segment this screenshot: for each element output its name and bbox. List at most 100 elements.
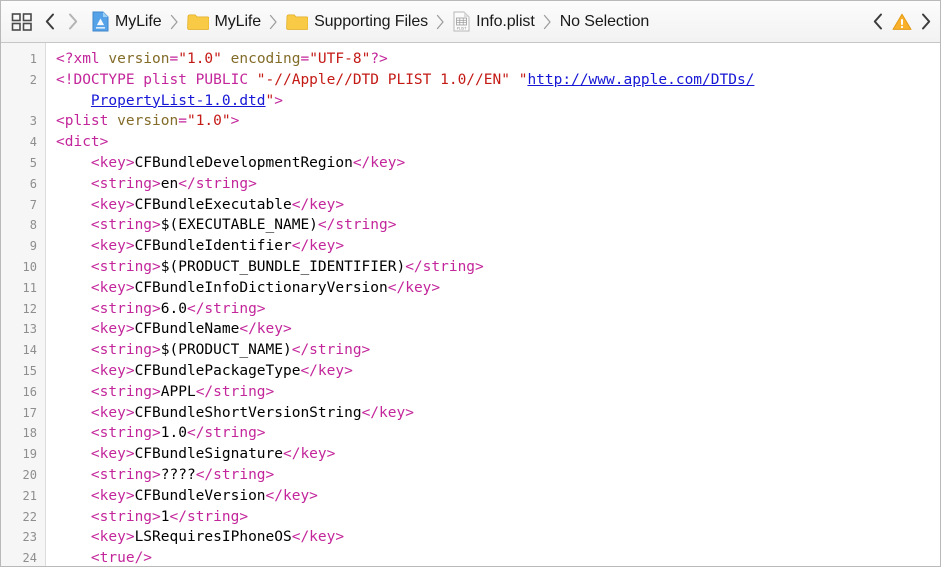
breadcrumb-item-folder-supporting-files[interactable]: Supporting Files: [286, 13, 428, 31]
code-token: <string>: [91, 467, 161, 483]
code-line: <true/>: [56, 548, 940, 566]
code-token: 1: [161, 509, 170, 525]
code-token: en: [161, 176, 178, 192]
code-token: </key>: [292, 238, 344, 254]
code-token: <string>: [91, 259, 161, 275]
code-token: 1.0: [161, 425, 187, 441]
breadcrumb-separator-icon: [543, 14, 552, 30]
breadcrumb-label: MyLife: [115, 13, 162, 31]
code-token: <key>: [91, 280, 135, 296]
code-token: <key>: [91, 529, 135, 545]
code-token: CFBundleShortVersionString: [135, 405, 362, 421]
code-line: <key>CFBundleName</key>: [56, 319, 940, 340]
line-number: 22: [1, 507, 45, 528]
code-token: </key>: [292, 197, 344, 213]
line-number: 9: [1, 236, 45, 257]
dtd-url-link[interactable]: http://www.apple.com/DTDs/: [527, 72, 754, 88]
code-token: </key>: [292, 529, 344, 545]
code-token: APPL: [161, 384, 196, 400]
code-token: <string>: [91, 176, 161, 192]
code-line: <string>1.0</string>: [56, 423, 940, 444]
line-number: 15: [1, 361, 45, 382]
dtd-url-link[interactable]: PropertyList-1.0.dtd: [91, 93, 266, 109]
code-token: </key>: [300, 363, 352, 379]
code-line: <key>CFBundleShortVersionString</key>: [56, 403, 940, 424]
code-line: <key>CFBundleSignature</key>: [56, 444, 940, 465]
back-chevron-icon[interactable]: [45, 13, 55, 30]
code-token: </string>: [405, 259, 484, 275]
code-token: <key>: [91, 155, 135, 171]
code-token: </string>: [187, 425, 266, 441]
code-token: CFBundleDevelopmentRegion: [135, 155, 353, 171]
code-token: "1.0": [187, 113, 231, 129]
code-token: LSRequiresIPhoneOS: [135, 529, 292, 545]
code-token: CFBundleVersion: [135, 488, 266, 504]
line-number: 2: [1, 70, 45, 91]
code-token: CFBundleSignature: [135, 446, 283, 462]
code-token: $(EXECUTABLE_NAME): [161, 217, 318, 233]
code-token: </key>: [362, 405, 414, 421]
next-issue-chevron-icon[interactable]: [921, 13, 931, 30]
editor-window: MyLife MyLife Supporting Files: [0, 0, 941, 567]
code-line: <string>$(PRODUCT_BUNDLE_IDENTIFIER)</st…: [56, 257, 940, 278]
code-token: CFBundlePackageType: [135, 363, 301, 379]
breadcrumb-item-folder-mylife[interactable]: MyLife: [187, 13, 262, 31]
code-line: <string>????</string>: [56, 465, 940, 486]
code-token: <string>: [91, 509, 161, 525]
code-token: >: [274, 93, 283, 109]
line-number: 24: [1, 548, 45, 566]
code-token: version: [117, 113, 178, 129]
line-number: 3: [1, 111, 45, 132]
grid-layout-icon[interactable]: [11, 12, 33, 32]
breadcrumb-item-file-infoplist[interactable]: PLIST Info.plist: [453, 11, 535, 32]
code-token: <string>: [91, 301, 161, 317]
folder-icon: [286, 13, 308, 31]
line-number: 13: [1, 319, 45, 340]
line-number: 4: [1, 132, 45, 153]
line-number-gutter: 12 3456789101112131415161718192021222324: [1, 43, 46, 566]
code-token: "UTF-8": [309, 51, 370, 67]
source-editor[interactable]: 12 3456789101112131415161718192021222324…: [1, 43, 940, 566]
code-area[interactable]: <?xml version="1.0" encoding="UTF-8"?><!…: [46, 43, 940, 566]
code-token: =: [300, 51, 309, 67]
code-line: <key>CFBundleVersion</key>: [56, 486, 940, 507]
code-token: <plist: [56, 113, 108, 129]
code-token: <key>: [91, 446, 135, 462]
line-number: 12: [1, 299, 45, 320]
forward-chevron-icon[interactable]: [68, 13, 78, 30]
code-token: <key>: [91, 321, 135, 337]
code-line: <?xml version="1.0" encoding="UTF-8"?>: [56, 49, 940, 70]
breadcrumb-item-project[interactable]: MyLife: [92, 11, 162, 32]
code-token: <string>: [91, 342, 161, 358]
code-token: </string>: [170, 509, 249, 525]
line-number: 5: [1, 153, 45, 174]
code-line: <!DOCTYPE plist PUBLIC "-//Apple//DTD PL…: [56, 70, 940, 91]
code-token: </key>: [283, 446, 335, 462]
code-line: <string>$(EXECUTABLE_NAME)</string>: [56, 215, 940, 236]
code-line: <key>LSRequiresIPhoneOS</key>: [56, 527, 940, 548]
code-token: CFBundleIdentifier: [135, 238, 292, 254]
code-token: <string>: [91, 425, 161, 441]
code-line: <key>CFBundlePackageType</key>: [56, 361, 940, 382]
code-line: PropertyList-1.0.dtd">: [56, 91, 940, 112]
line-number: 16: [1, 382, 45, 403]
line-number: [1, 91, 45, 112]
code-line: <string>APPL</string>: [56, 382, 940, 403]
code-token: ????: [161, 467, 196, 483]
code-line: <plist version="1.0">: [56, 111, 940, 132]
previous-issue-chevron-icon[interactable]: [873, 13, 883, 30]
code-line: <string>1</string>: [56, 507, 940, 528]
line-number: 19: [1, 444, 45, 465]
code-token: CFBundleInfoDictionaryVersion: [135, 280, 388, 296]
warning-triangle-icon[interactable]: [892, 13, 912, 31]
line-number: 1: [1, 49, 45, 70]
code-token: [510, 72, 519, 88]
line-number: 17: [1, 403, 45, 424]
breadcrumb-item-selection[interactable]: No Selection: [560, 13, 650, 31]
breadcrumb-separator-icon: [269, 14, 278, 30]
code-token: <key>: [91, 238, 135, 254]
line-number: 20: [1, 465, 45, 486]
line-number: 23: [1, 527, 45, 548]
code-token: "1.0": [178, 51, 222, 67]
code-line: <key>CFBundleDevelopmentRegion</key>: [56, 153, 940, 174]
